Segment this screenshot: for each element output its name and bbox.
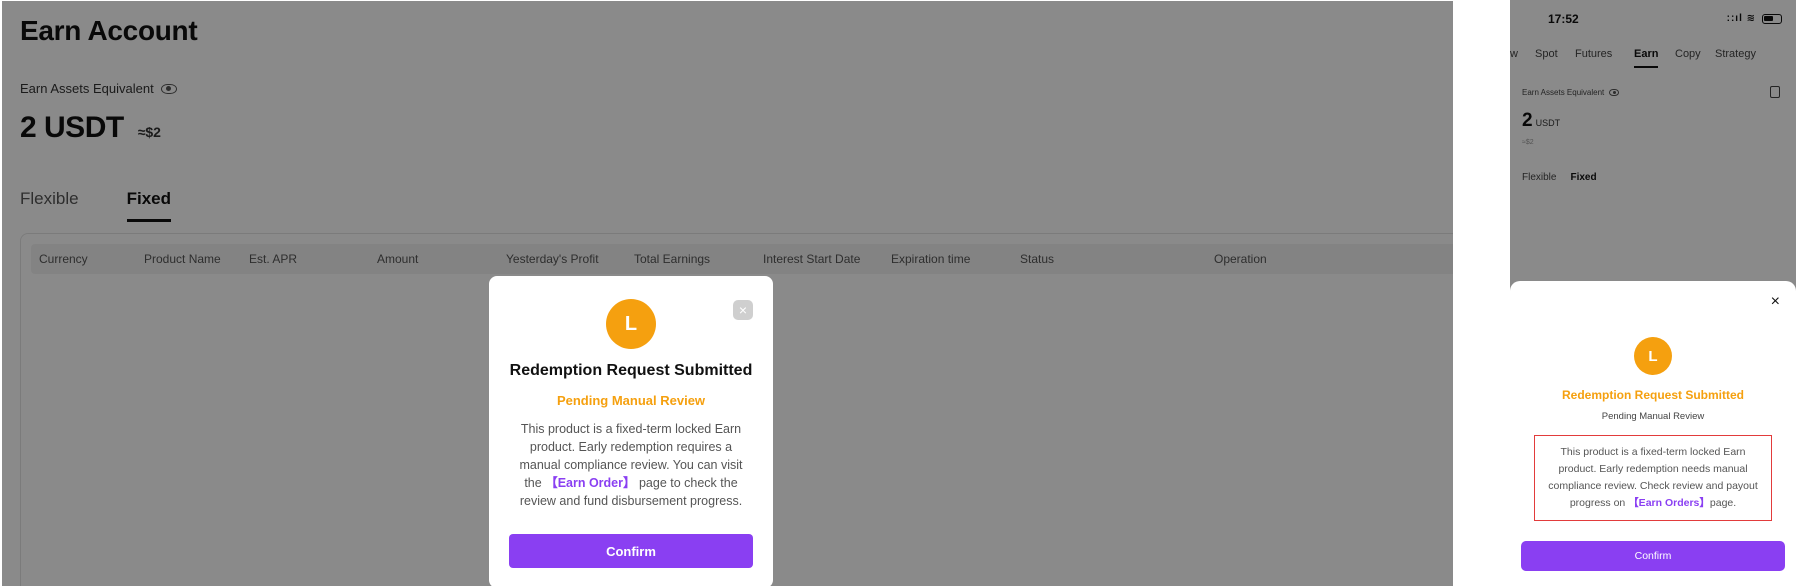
sheet-body-text-end: page.	[1709, 497, 1737, 509]
earn-orders-link[interactable]: 【Earn Orders】	[1628, 497, 1710, 509]
desktop-earn-account-screen: Earn Account Earn Assets Equivalent 2 US…	[2, 1, 1453, 586]
mobile-earn-screen: 17:52 ::ıl ≋ w Spot Futures Earn Copy St…	[1510, 0, 1796, 586]
modal-title: Redemption Request Submitted	[509, 362, 753, 379]
confirm-button[interactable]: Confirm	[1521, 541, 1785, 571]
confirm-button[interactable]: Confirm	[509, 534, 753, 568]
redemption-bottom-sheet: × L Redemption Request Submitted Pending…	[1510, 281, 1796, 586]
pending-status-icon: L	[1634, 337, 1672, 375]
sheet-title: Redemption Request Submitted	[1561, 388, 1744, 402]
pending-status-icon: L	[606, 299, 656, 349]
sheet-body-highlight: This product is a fixed-term locked Earn…	[1534, 435, 1772, 521]
modal-subtitle: Pending Manual Review	[556, 393, 706, 408]
sheet-subtitle: Pending Manual Review	[1601, 411, 1705, 422]
earn-order-link[interactable]: 【Earn Order】	[545, 476, 635, 490]
modal-body: This product is a fixed-term locked Earn…	[511, 420, 751, 510]
close-icon[interactable]: ×	[1771, 293, 1780, 311]
redemption-modal: × L Redemption Request Submitted Pending…	[489, 276, 773, 586]
close-icon[interactable]: ×	[733, 300, 753, 320]
